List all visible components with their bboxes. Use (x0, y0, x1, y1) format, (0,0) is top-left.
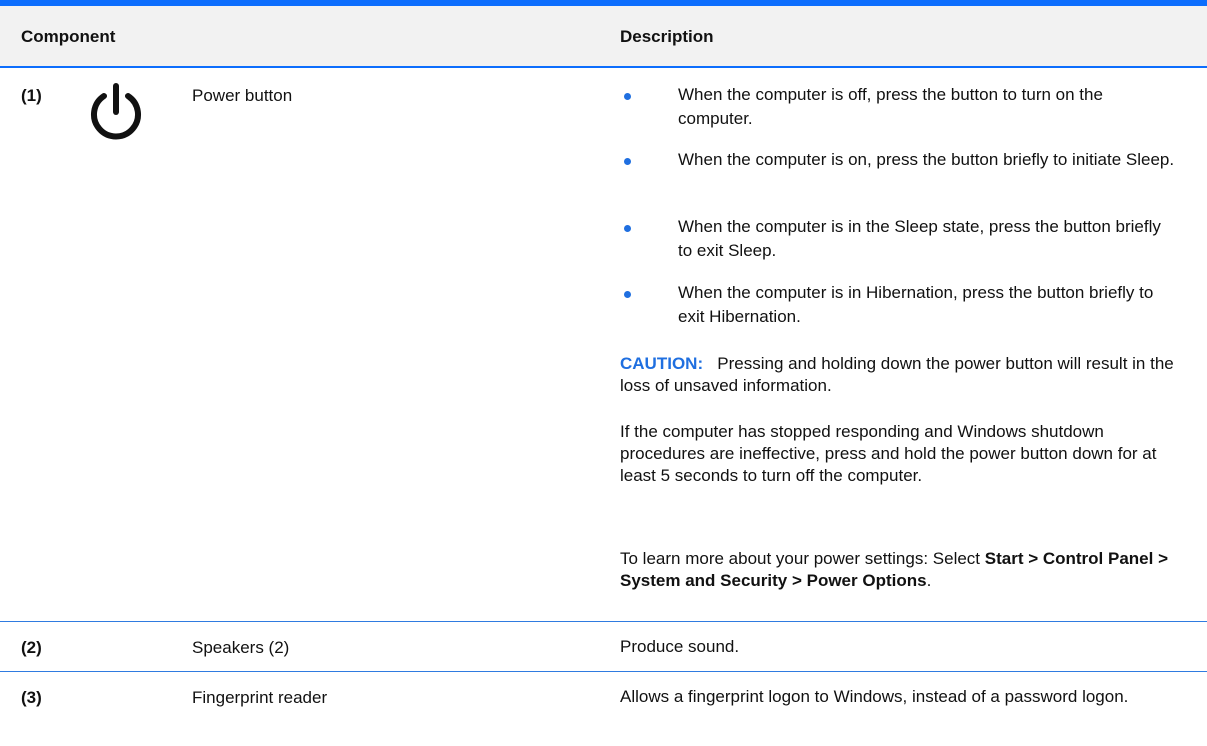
power-icon (91, 83, 141, 140)
list-item: When the computer is on, press the butto… (620, 148, 1180, 200)
list-item-text: When the computer is on, press the butto… (678, 150, 1175, 169)
column-header-component: Component (21, 27, 116, 46)
list-item-text: When the computer is in Hibernation, pre… (678, 283, 1154, 326)
bullet-dot (624, 291, 631, 298)
component-description: Allows a fingerprint logon to Windows, i… (620, 687, 1129, 706)
component-description: Produce sound. (620, 637, 740, 656)
component-name: Fingerprint reader (192, 688, 328, 707)
description-paragraph: If the computer has stopped responding a… (620, 422, 1157, 485)
caution-label: CAUTION: (620, 354, 704, 373)
component-name: Speakers (2) (192, 638, 290, 657)
caution-note: CAUTION: Pressing and holding down the p… (620, 353, 1180, 397)
list-item: When the computer is in the Sleep state,… (620, 215, 1180, 267)
caution-text: Pressing and holding down the power butt… (620, 354, 1174, 395)
bullet-dot (624, 158, 631, 165)
component-name: Power button (192, 86, 293, 105)
learn-more-paragraph: To learn more about your power settings:… (620, 548, 1180, 592)
list-item-text: When the computer is off, press the butt… (678, 85, 1103, 128)
table-row: (3) Fingerprint reader Allows a fingerpr… (0, 671, 1207, 746)
learn-more-prefix: To learn more about your power settings:… (620, 549, 985, 568)
list-item-text: When the computer is in the Sleep state,… (678, 217, 1161, 260)
row-number: (1) (21, 86, 42, 105)
column-header-description: Description (620, 27, 714, 46)
row-number: (3) (21, 688, 42, 707)
table-row: (1) Power button When the computer is of… (0, 68, 1207, 621)
list-item: When the computer is off, press the butt… (620, 83, 1180, 135)
list-item: When the computer is in Hibernation, pre… (620, 281, 1180, 333)
table-header: Component Description (0, 6, 1207, 68)
row-number: (2) (21, 638, 42, 657)
bullet-dot (624, 225, 631, 232)
table-row: (2) Speakers (2) Produce sound. (0, 621, 1207, 671)
bullet-dot (624, 93, 631, 100)
learn-more-suffix: . (926, 571, 932, 590)
